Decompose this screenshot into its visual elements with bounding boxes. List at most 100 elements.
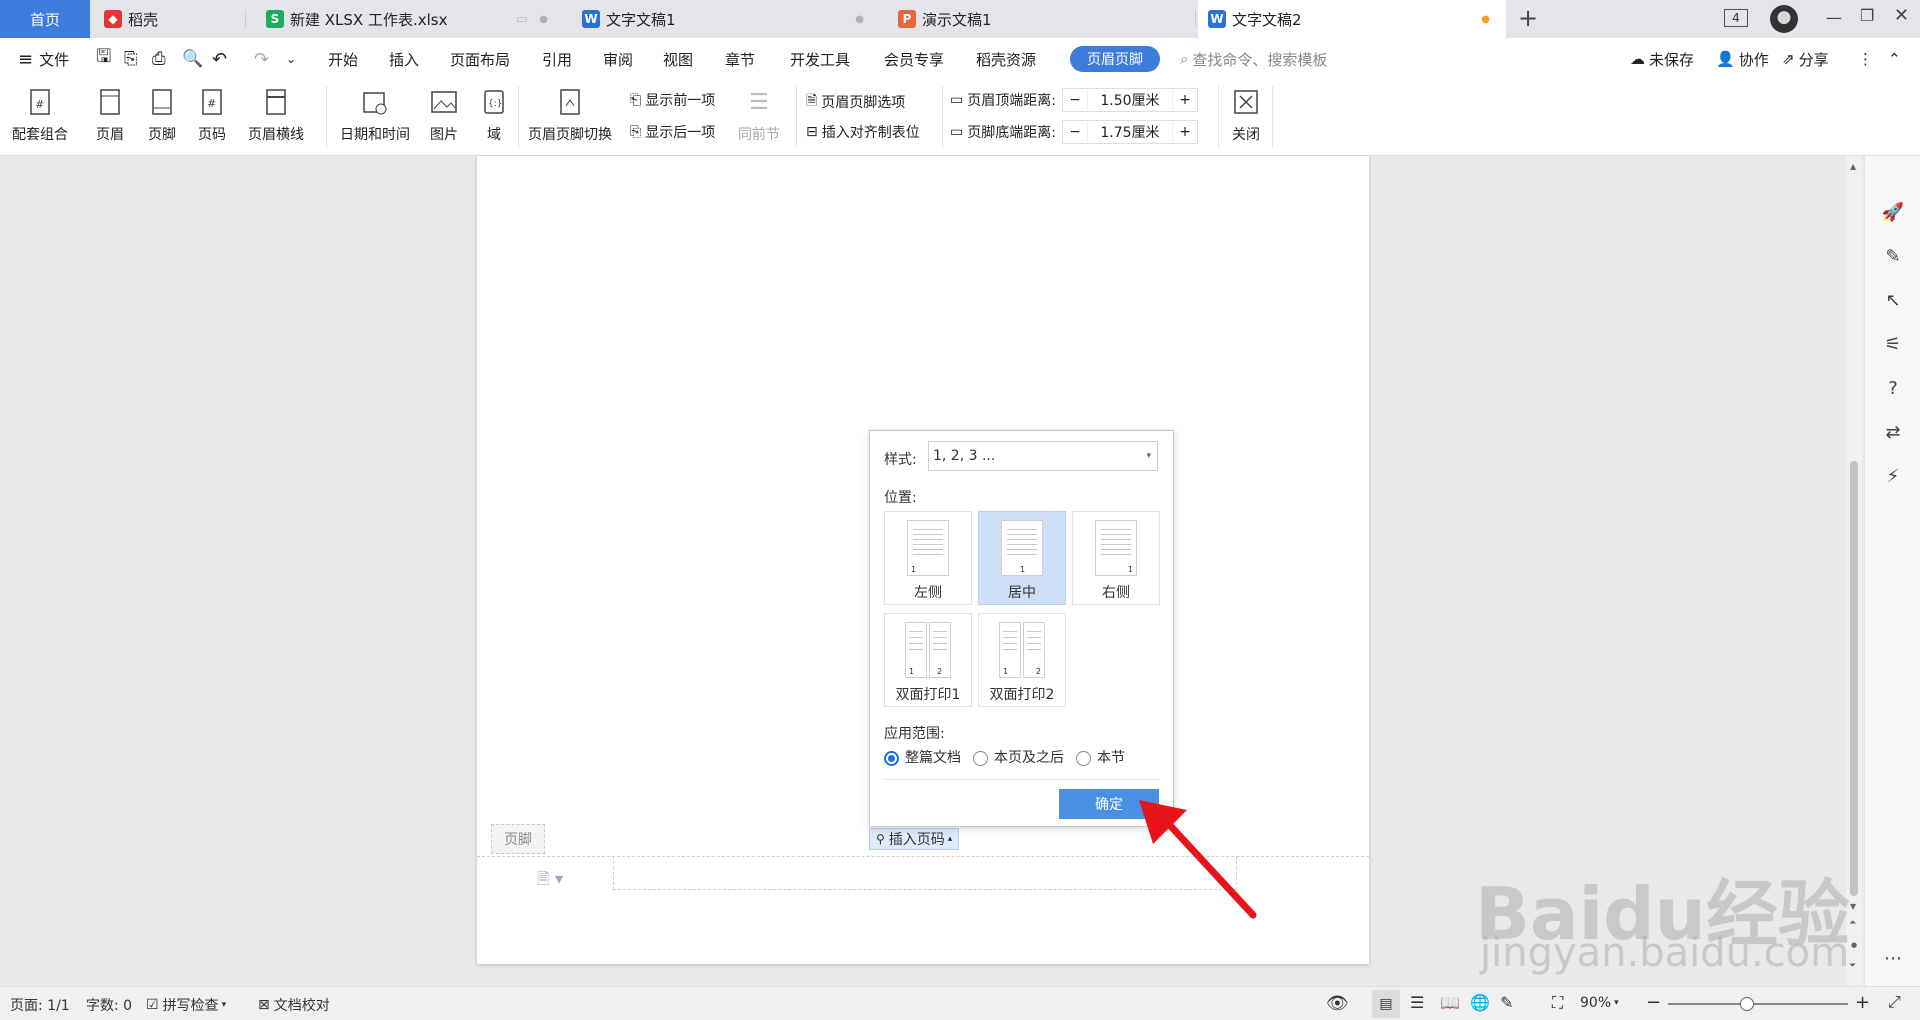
decrease-button[interactable]: − [1063, 124, 1087, 140]
tab-doc1[interactable]: W 文字文稿1 ● [572, 0, 880, 38]
menu-start[interactable]: 开始 [328, 38, 358, 80]
increase-button[interactable]: + [1173, 124, 1197, 140]
scope-this-page-after-radio[interactable]: 本页及之后 [973, 747, 1064, 767]
scope-whole-document-radio[interactable]: 整篇文档 [884, 747, 961, 767]
tab-home[interactable]: 首页 [0, 0, 90, 38]
picture-button[interactable]: 图片 [428, 86, 460, 144]
new-tab-button[interactable]: + [1518, 4, 1538, 32]
page-status[interactable]: 页面: 1/1 [10, 995, 70, 1015]
redo-icon[interactable]: ↷ [254, 38, 269, 80]
share-button[interactable]: ⇗ 分享 [1782, 38, 1829, 80]
show-next-button[interactable]: ⎘ 显示后一项 [630, 122, 715, 142]
style-select[interactable]: 1, 2, 3 ... ▾ [928, 441, 1158, 471]
collab-button[interactable]: 👤 协作 [1716, 38, 1769, 80]
tab-daoke[interactable]: ◆ 稻壳 [94, 0, 246, 38]
minimize-button[interactable]: — [1826, 8, 1842, 27]
export-pdf-icon[interactable]: ⎘ [124, 38, 138, 80]
scroll-thumb[interactable] [1850, 461, 1858, 896]
header-distance-stepper[interactable]: − 1.50厘米 + [1061, 88, 1198, 112]
file-menu[interactable]: ≡ 文件 [18, 38, 69, 80]
save-icon[interactable]: 🖫 [96, 38, 111, 80]
next-page-icon[interactable]: ⏷ [1849, 961, 1856, 971]
menu-layout[interactable]: 页面布局 [450, 38, 510, 80]
combo-button[interactable]: # 配套组合 [12, 86, 68, 144]
cursor-icon[interactable]: ↖ [1883, 290, 1903, 311]
close-window-button[interactable]: ✕ [1894, 5, 1909, 26]
print-preview-icon[interactable]: 🔍 [182, 38, 203, 80]
quick-access-dropdown-icon[interactable]: ⌄ [286, 38, 296, 80]
more-icon[interactable]: ⋮ [1858, 38, 1873, 80]
same-prev-button[interactable]: ☰ 同前节 [738, 86, 780, 144]
tab-xlsx[interactable]: S 新建 XLSX 工作表.xlsx ▭ ● [256, 0, 564, 38]
position-duplex-1[interactable]: 1 2 双面打印1 [884, 613, 972, 707]
increase-button[interactable]: + [1173, 92, 1197, 108]
spell-check-button[interactable]: ☑ 拼写检查 ▾ [146, 995, 226, 1015]
command-search[interactable]: ⌕ 查找命令、搜索模板 [1180, 38, 1327, 80]
doc-proof-button[interactable]: ⊠ 文档校对 [258, 995, 330, 1015]
fullscreen-icon[interactable]: ⤢ [1888, 992, 1901, 1012]
scope-this-section-radio[interactable]: 本节 [1076, 747, 1125, 767]
zoom-out-button[interactable]: − [1646, 992, 1661, 1013]
page-number-button[interactable]: # 页码 [196, 86, 228, 144]
datetime-button[interactable]: 日期和时间 [340, 86, 410, 144]
menu-reference[interactable]: 引用 [542, 38, 572, 80]
field-button[interactable]: {:} 域 [478, 86, 510, 144]
page-view-icon[interactable]: ▤ [1372, 990, 1400, 1018]
scroll-down-icon[interactable]: ▼ [1850, 902, 1856, 911]
menu-member[interactable]: 会员专享 [884, 38, 944, 80]
close-hf-button[interactable]: 关闭 [1230, 86, 1262, 144]
menu-view[interactable]: 视图 [663, 38, 693, 80]
fit-page-icon[interactable]: ⛶ [1552, 993, 1563, 1013]
more-dots-icon[interactable]: ⋯ [1883, 948, 1903, 969]
unsaved-status[interactable]: ☁ 未保存 [1630, 38, 1694, 80]
menu-review[interactable]: 审阅 [603, 38, 633, 80]
undo-icon[interactable]: ↶ [212, 38, 227, 80]
restore-button[interactable]: ❐ [1860, 6, 1874, 25]
print-icon[interactable]: ⎙ [152, 38, 166, 80]
zoom-slider[interactable] [1668, 997, 1848, 1011]
menu-chapter[interactable]: 章节 [725, 38, 755, 80]
menu-devtools[interactable]: 开发工具 [790, 38, 850, 80]
footer-button[interactable]: 页脚 [146, 86, 178, 144]
zoom-slider-thumb[interactable] [1740, 997, 1754, 1011]
position-duplex-2[interactable]: 1 2 双面打印2 [978, 613, 1066, 707]
header-distance-value[interactable]: 1.50厘米 [1086, 90, 1173, 110]
reading-view-icon[interactable]: 📖 [1440, 993, 1460, 1012]
scroll-up-icon[interactable]: ▲ [1850, 162, 1856, 171]
insert-pagenum-button[interactable]: ⚲ 插入页码 ▴ [869, 828, 960, 850]
hf-switch-button[interactable]: 页眉页脚切换 [528, 86, 612, 144]
web-view-icon[interactable]: 🌐 [1470, 993, 1490, 1012]
position-left[interactable]: 1 左侧 [884, 511, 972, 605]
word-count[interactable]: 字数: 0 [86, 995, 132, 1015]
window-count-badge[interactable]: 4 [1724, 9, 1748, 27]
eye-icon[interactable]: 👁 [1326, 993, 1349, 1014]
help-icon[interactable]: ? [1883, 378, 1903, 399]
zoom-in-button[interactable]: + [1855, 992, 1870, 1013]
footer-page-icon[interactable]: 🗎 ▾ [537, 868, 563, 895]
menu-header-footer[interactable]: 页眉页脚 [1070, 46, 1160, 72]
position-right[interactable]: 1 右侧 [1072, 511, 1160, 605]
outline-view-icon[interactable]: ☰ [1410, 993, 1424, 1012]
position-center[interactable]: 1 居中 [978, 511, 1066, 605]
menu-daoke-resources[interactable]: 稻壳资源 [976, 38, 1036, 80]
lightning-icon[interactable]: ⚡ [1883, 466, 1903, 487]
rocket-icon[interactable]: 🚀 [1882, 202, 1904, 223]
prev-page-icon[interactable]: ⏶ [1849, 918, 1856, 928]
tab-doc2[interactable]: W 文字文稿2 ● [1198, 0, 1506, 38]
page-dot-icon[interactable]: ● [1851, 941, 1857, 949]
translate-icon[interactable]: ⇄ [1883, 422, 1903, 443]
tab-ppt1[interactable]: P 演示文稿1 [888, 0, 1196, 38]
show-prev-button[interactable]: ⎗ 显示前一项 [630, 90, 715, 110]
footer-distance-stepper[interactable]: − 1.75厘米 + [1061, 120, 1198, 144]
pen-icon[interactable]: ✎ [1883, 246, 1903, 267]
menu-insert[interactable]: 插入 [389, 38, 419, 80]
header-button[interactable]: 页眉 [94, 86, 126, 144]
hf-options-button[interactable]: 🗎 页眉页脚选项 [806, 90, 905, 114]
avatar[interactable] [1770, 5, 1798, 33]
decrease-button[interactable]: − [1063, 92, 1087, 108]
sliders-icon[interactable]: ⚟ [1883, 334, 1903, 355]
footer-distance-value[interactable]: 1.75厘米 [1086, 122, 1173, 142]
write-view-icon[interactable]: ✎ [1500, 993, 1513, 1012]
header-line-button[interactable]: 页眉横线 [248, 86, 304, 144]
zoom-level[interactable]: 90% ▾ [1580, 995, 1619, 1011]
